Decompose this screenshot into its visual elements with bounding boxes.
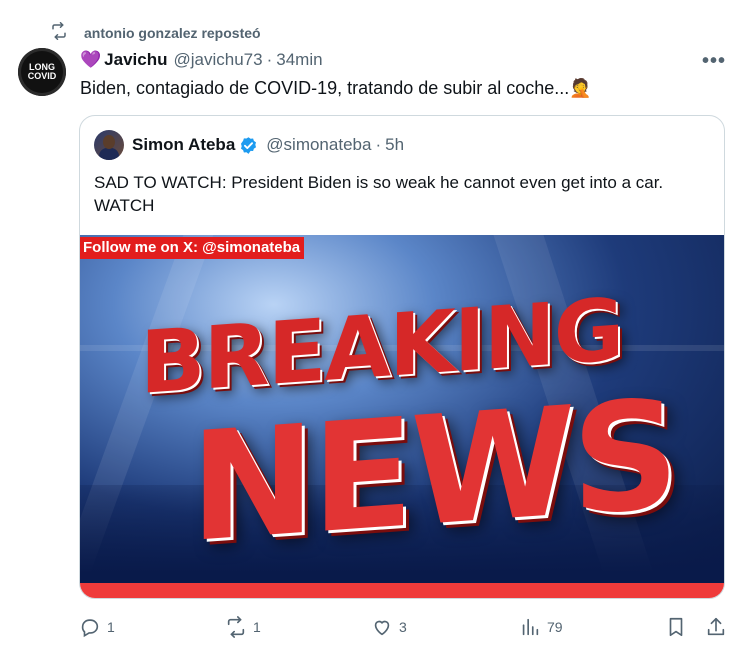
separator-dot: · xyxy=(375,135,382,154)
reply-count: 1 xyxy=(107,619,115,635)
repost-count: 1 xyxy=(253,619,261,635)
like-button[interactable]: 3 xyxy=(371,616,407,638)
news-headline: NEWS xyxy=(190,368,676,576)
media-overlay-label: Follow me on X: @simonateba xyxy=(80,237,305,259)
video-progress-bar[interactable] xyxy=(80,583,724,598)
heart-icon xyxy=(374,620,390,636)
repost-icon xyxy=(227,616,245,638)
display-name[interactable]: Javichu xyxy=(104,50,167,70)
quoted-handle[interactable]: @simonateba xyxy=(266,135,371,155)
avatar-text: LONG COVID xyxy=(27,62,57,81)
like-count: 3 xyxy=(399,619,407,635)
purple-heart-icon: 💜 xyxy=(80,50,102,69)
repost-indicator[interactable]: antonio gonzalez reposteó xyxy=(50,22,261,43)
quoted-avatar[interactable] xyxy=(94,130,124,160)
separator-dot: · xyxy=(266,50,273,69)
reply-button[interactable]: 1 xyxy=(79,616,115,638)
quoted-header: Simon Ateba @simonateba · 5h xyxy=(132,135,404,155)
analytics-icon xyxy=(522,618,539,636)
video-media[interactable]: BREAKING NEWS Follow me on X: @simonateb… xyxy=(80,235,724,583)
repost-icon xyxy=(50,22,68,43)
bookmark-button[interactable] xyxy=(665,616,687,638)
quoted-display-name[interactable]: Simon Ateba xyxy=(132,135,235,155)
share-button[interactable] xyxy=(705,616,727,638)
post-header: 💜 Javichu @javichu73 · 34min xyxy=(80,50,323,70)
quoted-text: SAD TO WATCH: President Biden is so weak… xyxy=(94,173,664,215)
repost-button[interactable]: 1 xyxy=(225,616,261,638)
quoted-post[interactable]: Simon Ateba @simonateba · 5h SAD TO WATC… xyxy=(79,115,725,599)
action-bar: 1 1 3 79 xyxy=(79,616,729,640)
quoted-timestamp[interactable]: 5h xyxy=(385,135,404,155)
bookmark-icon xyxy=(669,617,683,637)
verified-badge-icon xyxy=(241,136,257,154)
more-options-icon[interactable]: ••• xyxy=(702,50,726,73)
timestamp[interactable]: 34min xyxy=(276,50,322,70)
share-icon xyxy=(707,617,725,636)
post-text: Biden, contagiado de COVID-19, tratando … xyxy=(80,78,592,98)
avatar[interactable]: LONG COVID xyxy=(18,48,66,96)
repost-label: antonio gonzalez reposteó xyxy=(84,24,261,41)
view-count: 79 xyxy=(547,619,563,635)
reply-icon xyxy=(81,619,99,638)
views-button[interactable]: 79 xyxy=(519,616,563,638)
handle[interactable]: @javichu73 xyxy=(173,50,262,70)
